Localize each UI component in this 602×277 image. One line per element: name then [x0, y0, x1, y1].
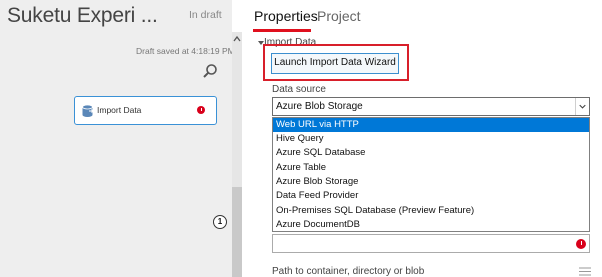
chevron-down-icon[interactable]	[575, 98, 589, 115]
experiment-title[interactable]: Suketu Experi ...	[7, 4, 158, 28]
tab-properties[interactable]: Properties	[254, 8, 318, 24]
dropdown-option[interactable]: Azure DocumentDB	[273, 218, 589, 232]
properties-pane: Properties Project Import Data Launch Im…	[242, 0, 602, 277]
error-icon	[576, 239, 586, 249]
data-source-label: Data source	[272, 84, 326, 95]
draft-saved-timestamp: Draft saved at 4:18:19 PM	[136, 46, 235, 56]
dropdown-option[interactable]: Web URL via HTTP	[273, 118, 589, 132]
module-error-icon	[197, 106, 205, 114]
canvas-scrollbar[interactable]	[232, 32, 242, 277]
database-icon	[82, 104, 94, 117]
draft-status-label: In draft	[189, 9, 222, 21]
dropdown-option[interactable]: Azure SQL Database	[273, 146, 589, 160]
path-to-container-label: Path to container, directory or blob	[272, 266, 425, 277]
active-tab-indicator	[253, 29, 311, 32]
data-source-url-input[interactable]	[272, 234, 590, 253]
dropdown-option[interactable]: Azure Blob Storage	[273, 175, 589, 189]
data-source-selected-value: Azure Blob Storage	[276, 101, 363, 112]
output-port[interactable]: 1	[213, 215, 227, 229]
import-data-module[interactable]: Import Data 1	[74, 96, 227, 229]
data-source-dropdown-list[interactable]: Web URL via HTTP Hive Query Azure SQL Da…	[272, 117, 590, 232]
dropdown-option[interactable]: Azure Table	[273, 161, 589, 175]
experiment-canvas[interactable]: Suketu Experi ... In draft Draft saved a…	[0, 0, 235, 277]
search-icon[interactable]	[202, 63, 218, 79]
tab-project[interactable]: Project	[317, 8, 361, 24]
launch-import-wizard-button[interactable]: Launch Import Data Wizard	[271, 53, 399, 74]
dropdown-option[interactable]: Hive Query	[273, 132, 589, 146]
data-source-select[interactable]: Azure Blob Storage	[272, 97, 590, 116]
module-label: Import Data	[97, 105, 142, 115]
scrollbar-thumb[interactable]	[232, 187, 242, 277]
dropdown-option[interactable]: On-Premises SQL Database (Preview Featur…	[273, 204, 589, 218]
menu-icon[interactable]	[579, 267, 591, 276]
chevron-up-icon[interactable]	[233, 34, 241, 44]
dropdown-option[interactable]: Data Feed Provider	[273, 189, 589, 203]
